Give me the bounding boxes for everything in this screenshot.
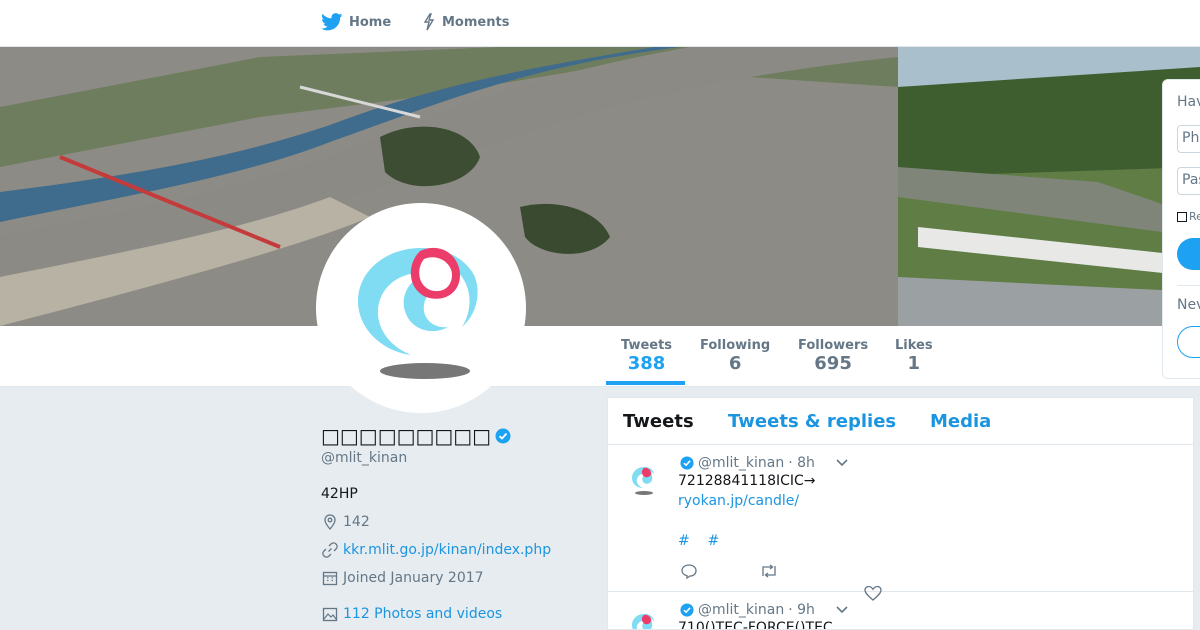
profile-name-row: □□□□□□□□□: [321, 424, 591, 448]
tab-tweets-replies[interactable]: Tweets & replies: [728, 411, 896, 432]
top-navigation: Home Moments: [0, 0, 1200, 47]
lightning-icon: [423, 13, 435, 31]
login-button[interactable]: [1177, 238, 1200, 270]
verified-badge-icon: [495, 428, 511, 444]
profile-info: □□□□□□□□□ @mlit_kinan 42HP: [321, 424, 591, 502]
stat-value: 388: [627, 353, 666, 374]
profile-handle[interactable]: @mlit_kinan: [321, 450, 591, 466]
twitter-bird-icon: [321, 13, 343, 31]
tweet-time[interactable]: · 9h: [788, 602, 815, 618]
nav-home-label: Home: [349, 14, 392, 30]
retweet-icon[interactable]: [759, 563, 779, 579]
tab-media[interactable]: Media: [930, 411, 991, 432]
stat-value: 6: [728, 353, 742, 374]
profile-bio: 42HP: [321, 486, 358, 502]
chevron-down-icon[interactable]: [835, 458, 849, 468]
profile-joined: Joined January 2017: [321, 569, 484, 587]
profile-photos: 112 Photos and videos: [321, 605, 502, 623]
joined-text: Joined January 2017: [343, 570, 484, 586]
active-stat-underline: [606, 381, 685, 385]
stat-value: 695: [814, 353, 852, 374]
photo-icon: [322, 607, 338, 622]
stat-likes[interactable]: Likes 1: [895, 338, 933, 374]
website-link[interactable]: kkr.mlit.go.jp/kinan/index.php: [343, 542, 551, 558]
tweet-avatar[interactable]: [626, 608, 662, 630]
location-text: 142: [343, 514, 370, 530]
tweet-item[interactable]: @mlit_kinan · 8h 72128841118ICIC→ ryokan…: [608, 445, 1193, 601]
new-to-twitter-label: Nev: [1177, 297, 1200, 313]
login-divider: [1177, 285, 1200, 286]
remember-label: Re: [1189, 210, 1200, 223]
tweet-time[interactable]: · 8h: [788, 455, 815, 471]
stat-following[interactable]: Following 6: [700, 338, 770, 374]
profile-website: kkr.mlit.go.jp/kinan/index.php: [321, 541, 551, 559]
verified-badge-icon: [680, 603, 694, 617]
tweet-item[interactable]: @mlit_kinan · 9h 710()TEC-FORCE()TEC: [608, 592, 1193, 630]
password-input[interactable]: Pas: [1177, 167, 1200, 195]
tweet-handle[interactable]: @mlit_kinan: [698, 602, 784, 618]
stat-followers[interactable]: Followers 695: [798, 338, 868, 374]
remember-me[interactable]: Re: [1177, 210, 1200, 223]
timeline-tabs: Tweets Tweets & replies Media: [608, 398, 1193, 445]
banner-highway-illustration: [898, 47, 1200, 326]
profile-stats-bar: Tweets 388 Following 6 Followers 695 Lik…: [0, 326, 1200, 387]
stat-label: Tweets: [621, 338, 673, 353]
stat-label: Following: [700, 338, 771, 353]
tweet-hashtags[interactable]: # #: [678, 533, 719, 549]
tweet-text: 72128841118ICIC→: [678, 473, 816, 489]
reply-icon[interactable]: [680, 563, 698, 579]
signup-button[interactable]: [1177, 326, 1200, 358]
mlit-logo-icon: [358, 247, 478, 379]
nav-home[interactable]: Home: [321, 13, 391, 31]
chevron-down-icon[interactable]: [835, 605, 849, 615]
tweet-handle[interactable]: @mlit_kinan: [698, 455, 784, 471]
tweet-header: @mlit_kinan · 8h: [680, 455, 849, 471]
photos-videos-link[interactable]: 112 Photos and videos: [343, 606, 502, 622]
nav-moments-label: Moments: [442, 14, 510, 30]
tab-tweets[interactable]: Tweets: [623, 411, 694, 432]
timeline: Tweets Tweets & replies Media @mlit_kina…: [607, 397, 1194, 630]
tweet-avatar[interactable]: [626, 461, 662, 497]
stat-value: 1: [907, 353, 921, 374]
tweet-text: 710()TEC-FORCE()TEC: [678, 620, 833, 630]
profile-location: 142: [321, 513, 370, 531]
login-card: Hav Ph Pas Re Nev: [1162, 79, 1200, 379]
link-icon: [322, 542, 338, 558]
profile-name[interactable]: □□□□□□□□□: [321, 424, 491, 448]
profile-banner: [0, 47, 1200, 326]
checkbox-icon[interactable]: [1177, 211, 1187, 222]
login-card-title: Hav: [1177, 94, 1200, 110]
banner-highway-photo: [898, 47, 1200, 326]
location-pin-icon: [324, 514, 336, 530]
stat-tweets[interactable]: Tweets 388: [621, 338, 672, 374]
stat-label: Likes: [895, 338, 933, 353]
tweet-link[interactable]: ryokan.jp/candle/: [678, 493, 799, 509]
stat-label: Followers: [798, 338, 869, 353]
nav-moments[interactable]: Moments: [422, 13, 509, 31]
tweet-header: @mlit_kinan · 9h: [680, 602, 849, 618]
calendar-icon: [322, 571, 338, 586]
phone-input[interactable]: Ph: [1177, 125, 1200, 153]
verified-badge-icon: [680, 456, 694, 470]
profile-avatar[interactable]: [316, 203, 526, 413]
